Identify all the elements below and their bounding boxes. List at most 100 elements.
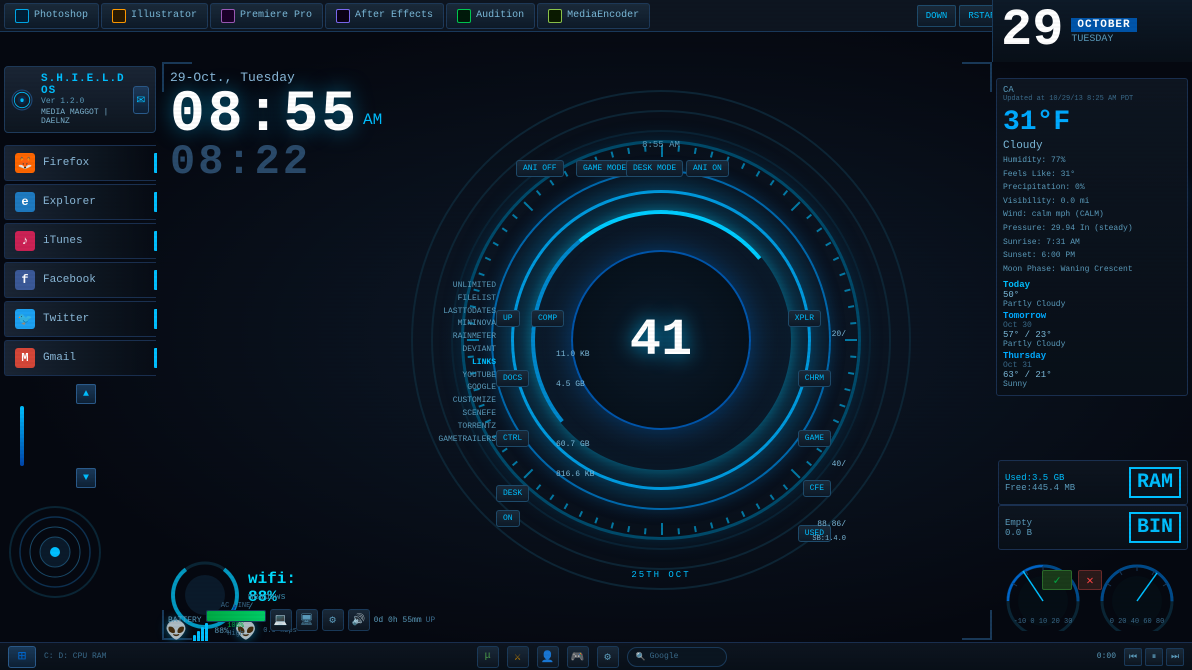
deviant-link[interactable]: DEVIANT: [406, 344, 496, 357]
feels-like: Feels Like: 31°: [1003, 168, 1181, 182]
time-display: 08:55AM: [170, 87, 382, 145]
app-tab-photoshop[interactable]: Photoshop: [4, 3, 99, 29]
twitter-icon: 🐦: [15, 309, 35, 329]
nav-gmail[interactable]: M Gmail: [4, 340, 156, 376]
ctrl-button[interactable]: CTRL: [496, 430, 529, 447]
cs-icon[interactable]: ⚔: [507, 646, 529, 668]
explorer-label: Explorer: [43, 196, 96, 208]
media-prev[interactable]: ⏮: [1124, 648, 1142, 666]
cfe-button[interactable]: CFE: [803, 480, 831, 497]
nav-explorer[interactable]: e Explorer: [4, 184, 156, 220]
shield-info: S.H.I.E.L.D OS Ver 1.2.0 MEDIA MAGGOT | …: [41, 73, 125, 126]
game-icon[interactable]: 🎮: [567, 646, 589, 668]
illustrator-label: Illustrator: [131, 10, 197, 21]
media-play[interactable]: ⏸: [1145, 648, 1163, 666]
google-link[interactable]: GOOGLE: [406, 382, 496, 395]
month-name: OCTOBER: [1071, 18, 1136, 32]
audition-icon: [457, 9, 471, 23]
shield-logo: S: [11, 80, 33, 120]
hud-left-text: UNLIMITED FILELIST LASTTODATES MININOVA …: [406, 280, 496, 446]
weather-location: CA: [1003, 85, 1181, 95]
uTorrent-icon[interactable]: μ: [477, 646, 499, 668]
settings-icon[interactable]: ⚙: [597, 646, 619, 668]
tomorrow-date: Oct 30: [1003, 321, 1181, 330]
weather-condition: Cloudy: [1003, 140, 1181, 152]
time-ampm: AM: [363, 111, 382, 129]
youtube-link[interactable]: YOUTUBE: [406, 370, 496, 383]
ani-on-button[interactable]: ANI ON: [686, 160, 729, 177]
torrentz-link[interactable]: TORRENTZ: [406, 421, 496, 434]
app-tab-aftereffects[interactable]: After Effects: [325, 3, 444, 29]
ani-off-button[interactable]: ANI OFF: [516, 160, 564, 177]
down-button[interactable]: DOWN: [917, 5, 957, 27]
battery-quality: High: [227, 630, 244, 638]
nav-twitter[interactable]: 🐦 Twitter: [4, 301, 156, 337]
taskbar-icon-3[interactable]: ⚙: [322, 609, 344, 631]
app-tab-audition[interactable]: Audition: [446, 3, 535, 29]
scroll-down-arrow[interactable]: ▼: [76, 468, 96, 488]
readout-gb3: 816.6 KB: [556, 470, 594, 479]
nav-firefox[interactable]: 🦊 Firefox: [4, 145, 156, 181]
xplr-button[interactable]: XPLR: [788, 310, 821, 327]
app-tab-mediaencoder[interactable]: MediaEncoder: [537, 3, 650, 29]
mininova-link[interactable]: MININOVA: [406, 318, 496, 331]
app-tab-illustrator[interactable]: Illustrator: [101, 3, 208, 29]
lasttodates-link[interactable]: LASTTODATES: [406, 306, 496, 319]
photoshop-icon: [15, 9, 29, 23]
media-next[interactable]: ⏭: [1166, 648, 1184, 666]
aftereffects-label: After Effects: [355, 10, 433, 21]
tomorrow-label: Tomorrow: [1003, 311, 1181, 321]
photoshop-label: Photoshop: [34, 10, 88, 21]
gametrailers-link[interactable]: GAMETRAILERS: [406, 434, 496, 447]
mail-icon[interactable]: ✉: [133, 86, 149, 114]
rainmeter-link[interactable]: RAINMETER: [406, 331, 496, 344]
audition-label: Audition: [476, 10, 524, 21]
scenefe-link[interactable]: SCENEFE: [406, 408, 496, 421]
right-panel: CA Updated at 10/29/13 8:25 AM PDT 31°F …: [992, 62, 1192, 642]
customize-link[interactable]: CUSTOMIZE: [406, 395, 496, 408]
nav-facebook[interactable]: f Facebook: [4, 262, 156, 298]
mediaencoder-label: MediaEncoder: [567, 10, 639, 21]
weather-updated: Updated at 10/29/13 8:25 AM PDT: [1003, 95, 1181, 103]
month-info: OCTOBER TUESDAY: [1071, 18, 1136, 45]
taskbar-icon-2[interactable]: 🖥: [296, 609, 318, 631]
desk-button[interactable]: DESK: [496, 485, 529, 502]
user-icon[interactable]: 👤: [537, 646, 559, 668]
desk-mode-button[interactable]: DESK MODE: [626, 160, 683, 177]
game-mode-button[interactable]: GAME MODE: [576, 160, 633, 177]
weather-details: Humidity: 77% Feels Like: 31° Precipitat…: [1003, 154, 1181, 276]
app-tab-premiere[interactable]: Premiere Pro: [210, 3, 323, 29]
facebook-icon: f: [15, 270, 35, 290]
shield-header: S S.H.I.E.L.D OS Ver 1.2.0 MEDIA MAGGOT …: [4, 66, 156, 133]
innermost-ring: 41: [571, 250, 751, 430]
thursday-date: Oct 31: [1003, 361, 1181, 370]
scroll-arrows: ▲ ▼: [0, 384, 160, 488]
nav-itunes[interactable]: ♪ iTunes: [4, 223, 156, 259]
readout-pct2: 40/: [832, 460, 846, 469]
illustrator-icon: [112, 9, 126, 23]
comp-button[interactable]: COMP: [531, 310, 564, 327]
taskbar-icon-1[interactable]: 💻: [270, 609, 292, 631]
scroll-up-arrow[interactable]: ▲: [76, 384, 96, 404]
weather-panel: CA Updated at 10/29/13 8:25 AM PDT 31°F …: [996, 72, 1188, 396]
battery-label: BATTERY: [168, 616, 202, 625]
today-temp: 50°: [1003, 290, 1181, 300]
pressure: Pressure: 29.94 In (steady): [1003, 222, 1181, 236]
filelist-link[interactable]: FILELIST: [406, 293, 496, 306]
unlimited-link[interactable]: UNLIMITED: [406, 280, 496, 293]
main-hud: 41 ANI OFF GAME MODE DESK MODE ANI ON 8:…: [330, 45, 992, 635]
start-button[interactable]: ⊞: [8, 646, 36, 668]
firefox-label: Firefox: [43, 157, 89, 169]
docs-button[interactable]: DOCS: [496, 370, 529, 387]
taskbar-icon-4[interactable]: 🔊: [348, 609, 370, 631]
day-number: 29: [1001, 5, 1063, 57]
premiere-icon: [221, 9, 235, 23]
date-display: 29 OCTOBER TUESDAY: [992, 0, 1192, 62]
up-button[interactable]: UP: [496, 310, 520, 327]
readout-pct1: 20/: [832, 330, 846, 339]
on-button[interactable]: ON: [496, 510, 520, 527]
chrm-button[interactable]: CHRM: [798, 370, 831, 387]
game-button[interactable]: GAME: [798, 430, 831, 447]
search-box[interactable]: 🔍 Google: [627, 647, 727, 667]
scroll-track: [20, 406, 24, 466]
